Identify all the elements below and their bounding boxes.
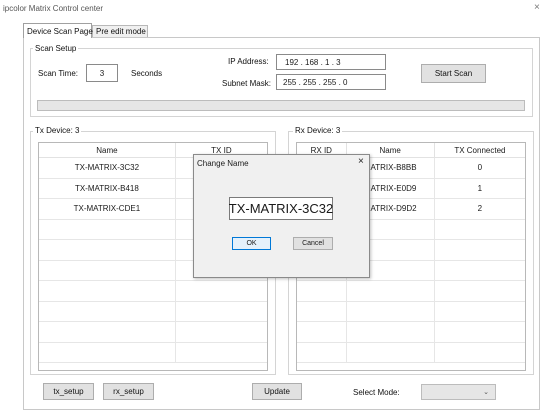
empty-row	[297, 322, 525, 343]
ip-address-label: IP Address:	[228, 57, 269, 66]
start-scan-button[interactable]: Start Scan	[421, 64, 486, 83]
scan-setup-title: Scan Setup	[33, 44, 79, 53]
scan-time-input[interactable]: 3	[86, 64, 118, 82]
rx-col-tx-connected[interactable]: TX Connected	[435, 143, 525, 157]
subnet-mask-label: Subnet Mask:	[222, 79, 271, 88]
select-mode-label: Select Mode:	[353, 388, 400, 397]
select-mode-dropdown[interactable]: ⌄	[421, 384, 496, 400]
update-button[interactable]: Update	[252, 383, 302, 400]
empty-row	[39, 342, 267, 363]
empty-row	[297, 342, 525, 363]
seconds-label: Seconds	[131, 69, 163, 78]
rx-cell-tx-connected: 0	[477, 163, 483, 173]
rx-cell-tx-connected: 1	[477, 183, 483, 193]
empty-row	[297, 301, 525, 322]
rx-cell-tx-connected: 2	[477, 204, 483, 214]
chevron-down-icon: ⌄	[483, 389, 489, 396]
tx-device-title: Tx Device: 3	[33, 126, 82, 135]
rx-device-title: Rx Device: 3	[293, 126, 343, 135]
empty-row	[39, 322, 267, 343]
scan-time-label: Scan Time:	[38, 69, 79, 78]
tx-col-name[interactable]: Name	[39, 143, 176, 157]
close-icon[interactable]: ×	[534, 3, 540, 13]
title-bar: ipcolor Matrix Control center ×	[0, 0, 545, 18]
ip-address-input[interactable]: 192 . 168 . 1 . 3	[276, 54, 386, 70]
window-title: ipcolor Matrix Control center	[3, 4, 104, 13]
subnet-mask-input[interactable]: 255 . 255 . 255 . 0	[276, 74, 386, 90]
scan-progress-bar	[37, 100, 525, 111]
cancel-button[interactable]: Cancel	[293, 237, 333, 250]
rx-setup-button[interactable]: rx_setup	[103, 383, 154, 400]
dialog-title: Change Name	[197, 159, 249, 168]
empty-row	[297, 281, 525, 302]
close-icon[interactable]: ×	[358, 157, 364, 167]
change-name-dialog: Change Name × TX-MATRIX-3C32 OK Cancel	[193, 154, 370, 278]
empty-row	[39, 281, 267, 302]
empty-row	[39, 301, 267, 322]
tx-cell-name: TX-MATRIX-CDE1	[39, 199, 176, 219]
tab-device-scan-page[interactable]: Device Scan Page	[23, 23, 93, 38]
tx-setup-button[interactable]: tx_setup	[43, 383, 94, 400]
tx-cell-name: TX-MATRIX-3C32	[39, 158, 176, 178]
device-name-input[interactable]: TX-MATRIX-3C32	[229, 197, 333, 220]
tx-cell-name: TX-MATRIX-B418	[39, 178, 176, 198]
ok-button[interactable]: OK	[232, 237, 271, 250]
